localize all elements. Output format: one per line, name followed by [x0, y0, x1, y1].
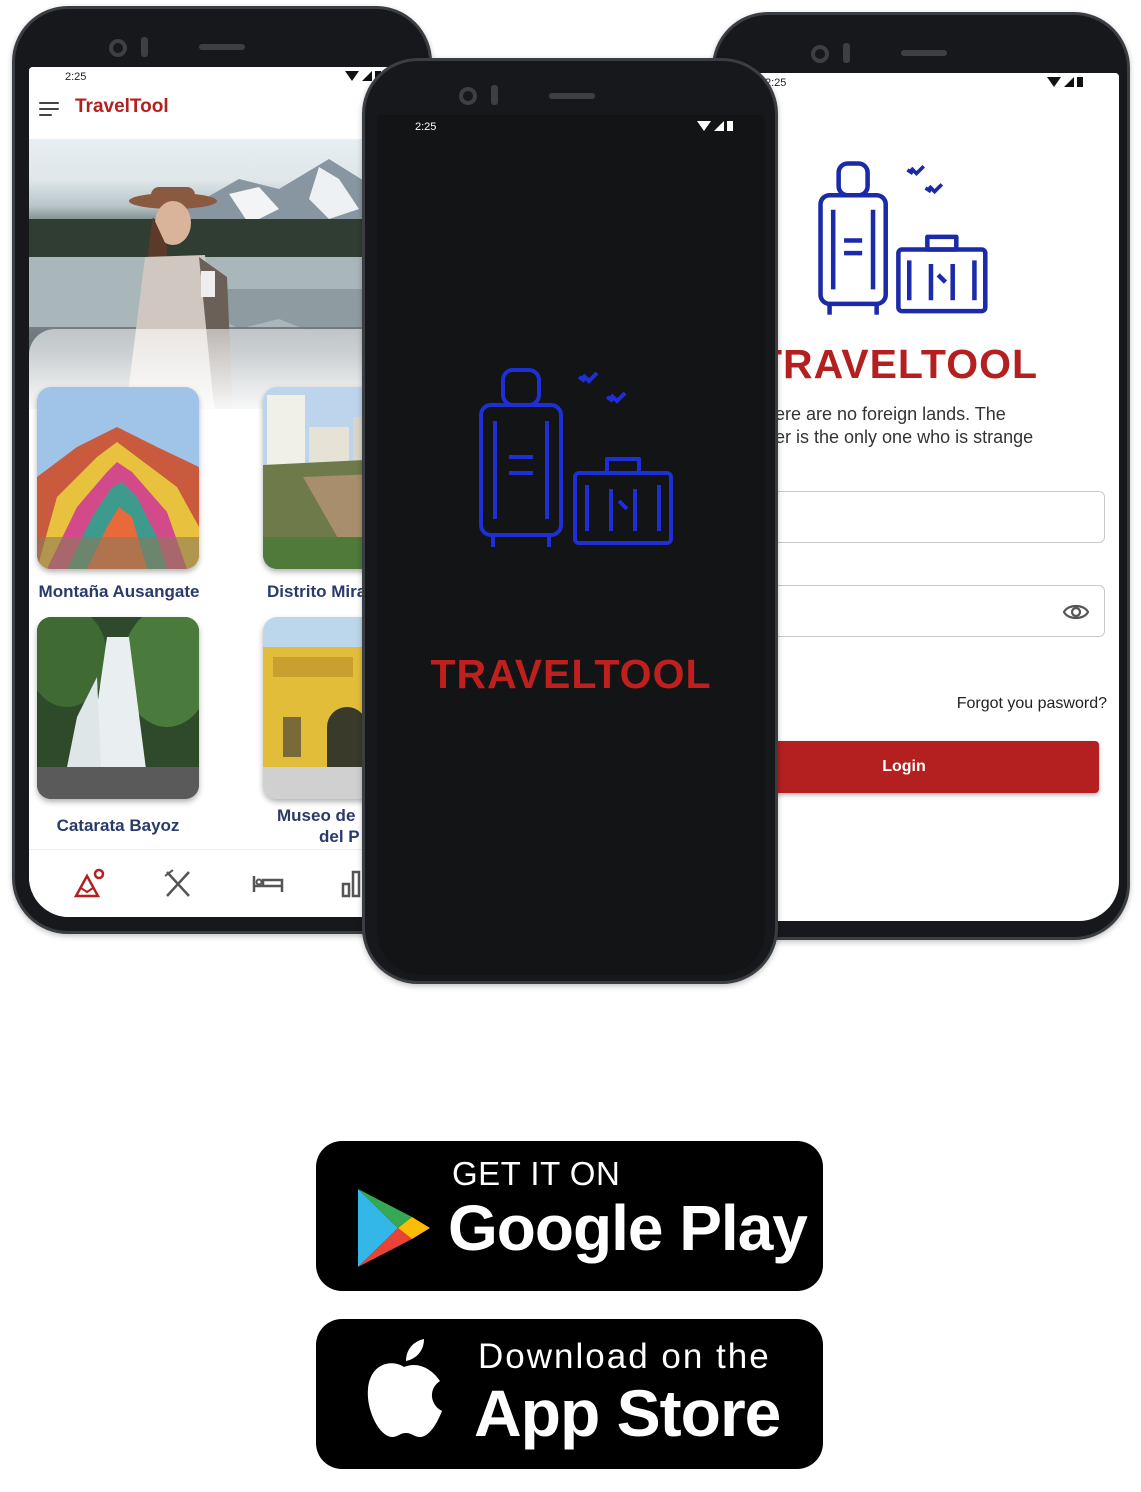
app-store-badge[interactable]: Download on the App Store — [316, 1319, 823, 1469]
brand-title: TRAVELTOOL — [430, 651, 712, 697]
google-badge-line2: Google Play — [448, 1192, 808, 1264]
status-time: 2:25 — [415, 121, 437, 133]
tagline-line1: ere are no foreign lands. The — [775, 404, 1006, 424]
card-image — [37, 387, 199, 569]
wifi-icon — [697, 121, 711, 131]
splash-screen: 2:25 TRAVELTOOL — [377, 115, 765, 975]
app-title: TravelTool — [75, 96, 169, 117]
menu-icon[interactable] — [39, 99, 61, 121]
card-label: Distrito Mira — [267, 582, 367, 601]
card-image — [37, 617, 199, 799]
apple-badge-line1: Download on the — [478, 1337, 771, 1376]
camera-icon — [459, 87, 477, 105]
eye-icon[interactable] — [1062, 598, 1090, 626]
apple-icon — [367, 1339, 442, 1437]
camera-icon — [811, 45, 829, 63]
mountain-icon[interactable] — [73, 866, 107, 900]
signal-icon — [362, 71, 372, 81]
card-label: Montaña Ausangate — [38, 582, 200, 601]
luggage-logo-icon — [479, 368, 673, 547]
hotel-icon[interactable] — [251, 866, 285, 900]
card-label-line2: del P — [319, 827, 360, 846]
status-time: 2:25 — [65, 71, 87, 83]
battery-icon — [727, 121, 733, 131]
status-bar: 2:25 — [729, 73, 1119, 93]
forgot-password-link[interactable]: Forgot you pasword? — [957, 695, 1107, 713]
card-label: Catarata Bayoz — [56, 816, 180, 835]
speaker-grille — [549, 93, 595, 99]
sensor-icon — [843, 43, 850, 63]
speaker-grille — [199, 44, 245, 50]
password-field[interactable]: rd — [729, 585, 1105, 637]
google-badge-line1: GET IT ON — [452, 1155, 621, 1192]
battery-icon — [1077, 77, 1083, 87]
status-bar: 2:25 — [29, 67, 421, 87]
status-bar: 2:25 — [377, 115, 765, 137]
speaker-grille — [901, 50, 947, 56]
login-button[interactable]: Login — [729, 741, 1099, 793]
card-label-line1: Museo de — [277, 806, 356, 825]
signal-icon — [1064, 77, 1074, 87]
rainbow-mountain-photo — [37, 387, 199, 569]
google-play-icon — [358, 1189, 430, 1267]
email-field[interactable] — [729, 491, 1105, 543]
signal-icon — [714, 121, 724, 131]
restaurant-icon[interactable] — [161, 866, 195, 900]
brand-title: TRAVELTOOL — [757, 341, 1039, 387]
login-screen: 2:25 TRAVELTOOL ere are no foreign lands… — [729, 73, 1119, 921]
camera-icon — [109, 39, 127, 57]
status-icons — [1047, 77, 1083, 87]
sensor-icon — [141, 37, 148, 57]
luggage-logo-icon — [818, 161, 988, 315]
apple-badge-line2: App Store — [474, 1376, 781, 1450]
sensor-icon — [491, 85, 498, 105]
card-label: Museo de del P — [277, 805, 360, 847]
tagline: ere are no foreign lands. The er is the … — [729, 403, 1119, 449]
wifi-icon — [1047, 77, 1061, 87]
status-icons — [697, 121, 733, 131]
google-play-badge[interactable]: GET IT ON Google Play — [316, 1141, 823, 1291]
waterfall-photo — [37, 617, 199, 799]
wifi-icon — [345, 71, 359, 81]
center-phone-mockup: 2:25 TRAVELTOOL — [362, 58, 778, 984]
tagline-line2: er is the only one who is strange — [775, 427, 1034, 447]
